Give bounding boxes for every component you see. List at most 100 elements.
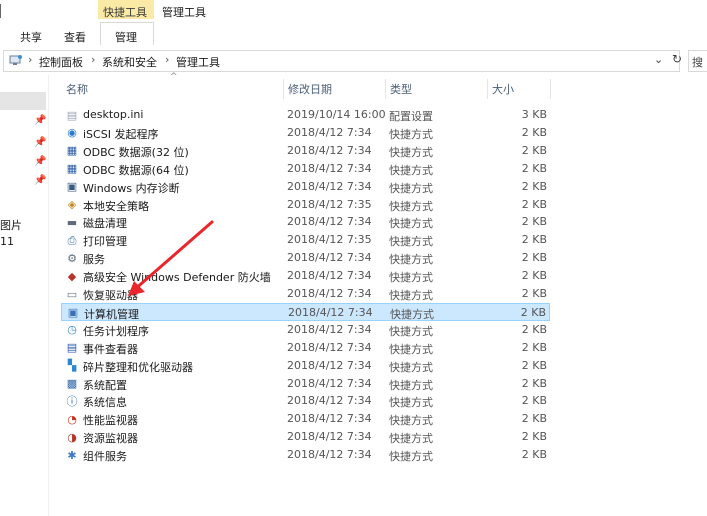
file-name: 计算机管理 <box>84 307 139 321</box>
file-size: 2 KB <box>521 143 547 157</box>
file-type: 快捷方式 <box>389 360 433 374</box>
file-row[interactable]: ◷ 任务计划程序 2018/4/12 7:34 快捷方式 2 KB <box>61 321 550 339</box>
file-name: Windows 内存诊断 <box>83 181 180 195</box>
file-name: 任务计划程序 <box>83 324 149 338</box>
file-row[interactable]: ◆ 高级安全 Windows Defender 防火墙 2018/4/12 7:34… <box>61 267 550 285</box>
nav-item-pictures[interactable]: 图片 <box>0 217 22 233</box>
file-row[interactable]: ◉ iSCSI 发起程序 2018/4/12 7:34 快捷方式 2 KB <box>61 124 550 142</box>
ribbon: 快捷工具 管理工具 共享 查看 管理 <box>0 0 707 46</box>
file-row[interactable]: ◑ 资源监视器 2018/4/12 7:34 快捷方式 2 KB <box>61 428 550 446</box>
file-modified-date: 2018/4/12 7:34 <box>287 215 372 229</box>
file-modified-date: 2018/4/12 7:34 <box>287 161 372 175</box>
breadcrumb-separator-icon[interactable]: › <box>165 53 169 66</box>
search-input[interactable]: 搜 <box>688 50 707 72</box>
msconfig-icon: ▩ <box>66 377 78 390</box>
file-row[interactable]: ▤ 事件查看器 2018/4/12 7:34 快捷方式 2 KB <box>61 339 550 357</box>
file-size: 2 KB <box>521 430 547 444</box>
file-row[interactable]: ▦ ODBC 数据源(32 位) 2018/4/12 7:34 快捷方式 2 KB <box>61 142 550 160</box>
file-size: 2 KB <box>521 394 547 408</box>
file-size: 2 KB <box>521 322 547 336</box>
file-row[interactable]: ▩ 系统配置 2018/4/12 7:34 快捷方式 2 KB <box>61 375 550 393</box>
nav-item-11[interactable]: 11 <box>0 235 14 248</box>
file-type: 快捷方式 <box>389 127 433 141</box>
file-name: 磁盘清理 <box>83 217 127 231</box>
file-modified-date: 2018/4/12 7:34 <box>287 340 372 354</box>
file-row[interactable]: ◔ 性能监视器 2018/4/12 7:34 快捷方式 2 KB <box>61 410 550 428</box>
services-icon: ⚙ <box>67 251 77 265</box>
context-tab-group-label: 快捷工具 <box>103 6 147 19</box>
file-name: 事件查看器 <box>83 342 138 356</box>
file-name: 系统信息 <box>83 396 127 410</box>
file-row[interactable]: ◈ 本地安全策略 2018/4/12 7:35 快捷方式 2 KB <box>61 196 550 214</box>
iscsi-icon: ◉ <box>67 126 77 140</box>
file-row[interactable]: ▬ 磁盘清理 2018/4/12 7:34 快捷方式 2 KB <box>61 213 550 231</box>
perf-monitor-icon: ◔ <box>67 412 77 426</box>
breadcrumb-separator-icon[interactable]: › <box>91 53 95 66</box>
address-history-chevron-icon[interactable]: ⌄ <box>654 53 663 66</box>
column-header-date[interactable]: 修改日期 <box>288 81 332 97</box>
file-name: 服务 <box>83 253 105 267</box>
tab-manage-label: 管理 <box>115 31 137 44</box>
column-header-type[interactable]: 类型 <box>390 81 412 97</box>
file-name: 打印管理 <box>83 235 127 249</box>
ribbon-left-edge <box>0 4 1 18</box>
column-divider[interactable] <box>283 79 284 99</box>
file-row[interactable]: ▦ ODBC 数据源(64 位) 2018/4/12 7:34 快捷方式 2 KB <box>61 160 550 178</box>
search-placeholder: 搜 <box>692 56 703 69</box>
breadcrumb-control-panel[interactable]: 控制面板 <box>39 54 83 70</box>
pin-icon[interactable]: 📌 <box>34 115 46 126</box>
refresh-icon[interactable]: ↻ <box>672 52 682 66</box>
address-bar[interactable]: › 控制面板 › 系统和安全 › 管理工具 ⌄ ↻ <box>3 50 682 72</box>
window-title: 管理工具 <box>162 6 206 19</box>
file-row[interactable]: ▚ 碎片整理和优化驱动器 2018/4/12 7:34 快捷方式 2 KB <box>61 357 550 375</box>
nav-selected-item[interactable] <box>0 92 46 110</box>
file-type: 快捷方式 <box>389 145 433 159</box>
file-modified-date: 2018/4/12 7:34 <box>287 269 372 283</box>
file-row[interactable]: ▤ desktop.ini 2019/10/14 16:00 配置设置 3 KB <box>61 106 550 124</box>
tab-view[interactable]: 查看 <box>64 29 86 45</box>
file-row[interactable]: ✱ 组件服务 2018/4/12 7:34 快捷方式 2 KB <box>61 446 550 464</box>
column-divider[interactable] <box>385 79 386 99</box>
file-modified-date: 2018/4/12 7:34 <box>287 179 372 193</box>
control-panel-icon <box>9 55 22 65</box>
breadcrumb-system-security[interactable]: 系统和安全 <box>102 54 157 70</box>
file-name: 碎片整理和优化驱动器 <box>83 360 193 374</box>
file-type: 快捷方式 <box>389 450 433 464</box>
file-name: ODBC 数据源(32 位) <box>83 145 189 159</box>
file-row[interactable]: ⚙ 服务 2018/4/12 7:34 快捷方式 2 KB <box>61 249 550 267</box>
file-modified-date: 2018/4/12 7:35 <box>287 233 372 247</box>
memory-diag-icon: ▣ <box>66 180 78 194</box>
event-viewer-icon: ▤ <box>66 341 78 355</box>
ini-file-icon: ▤ <box>66 108 78 122</box>
recovery-drive-icon: ▭ <box>66 287 78 301</box>
column-header-size[interactable]: 大小 <box>492 81 514 97</box>
column-divider[interactable] <box>487 79 488 99</box>
file-size: 2 KB <box>521 358 547 372</box>
file-row[interactable]: ⓘ 系统信息 2018/4/12 7:34 快捷方式 2 KB <box>61 392 550 410</box>
file-size: 2 KB <box>521 179 547 193</box>
file-type: 快捷方式 <box>389 271 433 285</box>
pin-icon[interactable]: 📌 <box>34 156 46 167</box>
column-divider[interactable] <box>550 79 551 99</box>
file-row[interactable]: ▣ Windows 内存诊断 2018/4/12 7:34 快捷方式 2 KB <box>61 178 550 196</box>
file-size: 2 KB <box>521 215 547 229</box>
pin-icon[interactable]: 📌 <box>34 137 46 148</box>
breadcrumb-separator-icon[interactable]: › <box>28 53 32 66</box>
file-row[interactable]: ▭ 恢复驱动器 2018/4/12 7:34 快捷方式 2 KB <box>61 285 550 303</box>
tab-share[interactable]: 共享 <box>20 29 42 45</box>
file-size: 2 KB <box>521 161 547 175</box>
file-type: 快捷方式 <box>389 181 433 195</box>
file-type: 快捷方式 <box>389 432 433 446</box>
tab-manage[interactable]: 管理 <box>100 22 154 45</box>
pin-icon[interactable]: 📌 <box>34 175 46 186</box>
file-name: 本地安全策略 <box>83 199 149 213</box>
file-row[interactable]: ⎙ 打印管理 2018/4/12 7:35 快捷方式 2 KB <box>61 231 550 249</box>
file-modified-date: 2018/4/12 7:34 <box>287 251 372 265</box>
column-header-name[interactable]: 名称 <box>66 81 88 97</box>
sort-ascending-icon: ^ <box>170 72 178 82</box>
file-type: 快捷方式 <box>389 342 433 356</box>
breadcrumb-admin-tools[interactable]: 管理工具 <box>176 54 220 70</box>
file-type: 快捷方式 <box>389 163 433 177</box>
file-type: 快捷方式 <box>389 217 433 231</box>
file-row[interactable]: ▣ 计算机管理 2018/4/12 7:34 快捷方式 2 KB <box>61 302 550 321</box>
